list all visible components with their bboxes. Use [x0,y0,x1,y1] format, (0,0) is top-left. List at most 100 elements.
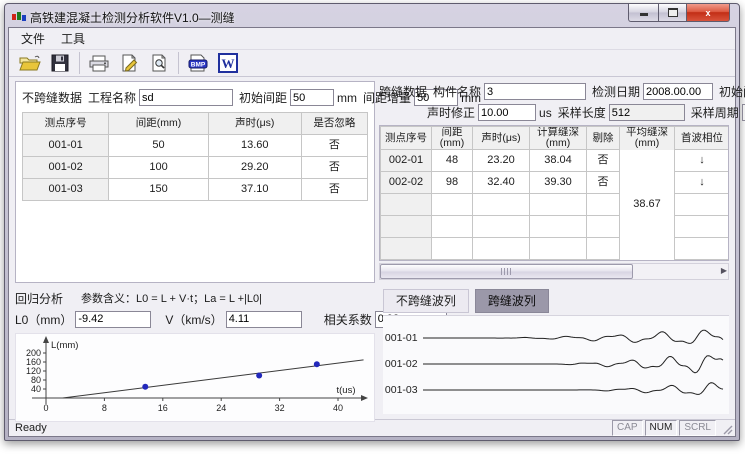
toolbar-separator [79,52,80,74]
svg-text:L(mm): L(mm) [51,340,78,351]
table-cell[interactable] [432,238,473,260]
waveform-tabs: 不跨缝波列跨缝波列 [383,289,729,313]
test-date-input[interactable] [643,83,713,100]
table-cell[interactable]: 否 [587,172,620,194]
corr-label: 相关系数 [324,311,372,328]
table-cell[interactable]: 否 [301,157,367,179]
svg-text:0: 0 [43,403,48,413]
table-cell[interactable] [620,216,675,238]
table-cell[interactable] [587,194,620,216]
minimize-icon [640,10,648,16]
maximize-icon [668,8,678,17]
table-cell[interactable]: 98 [432,172,473,194]
table-cell[interactable] [381,238,432,260]
formula-label: 参数含义：L0 = L + V·t；La = L +|L0| [81,290,262,306]
scrollbar-thumb[interactable] [380,264,633,279]
regression-title: 回归分析 [15,290,63,307]
regression-panel: 回归分析 参数含义：L0 = L + V·t；La = L +|L0| L0（m… [15,289,375,415]
table-cell[interactable]: 38.04 [530,150,587,172]
table-cell[interactable] [530,194,587,216]
minimize-button[interactable] [628,4,659,22]
table-cell[interactable] [432,216,473,238]
table-cell[interactable] [530,216,587,238]
table-cell[interactable]: 100 [109,157,209,179]
v-input[interactable] [226,311,302,328]
table-cell[interactable]: 37.10 [208,179,301,201]
export-bmp-button[interactable]: BMP [183,50,213,76]
table-cell[interactable] [620,150,675,172]
print-preview-button[interactable] [144,50,174,76]
svg-text:80: 80 [31,375,41,385]
table-cell[interactable]: 48 [432,150,473,172]
table-cell[interactable]: 否 [301,179,367,201]
table-cell[interactable]: 13.60 [208,135,301,157]
tab-non-cross-seam-waves[interactable]: 不跨缝波列 [383,289,469,313]
initial-spacing-unit: mm [337,91,357,105]
table-cell[interactable] [675,216,730,238]
table-cell[interactable]: 否 [301,135,367,157]
menu-file[interactable]: 文件 [13,28,53,49]
table-cell[interactable] [675,194,730,216]
table-cell[interactable]: 32.40 [473,172,530,194]
table-cell[interactable] [381,194,432,216]
table-cell[interactable]: 39.30 [530,172,587,194]
project-name-input[interactable] [139,89,233,106]
table-cell[interactable]: 50 [109,135,209,157]
initial-spacing-input[interactable] [290,89,334,106]
table-cell[interactable]: 38.67 [620,194,675,216]
table-cell[interactable] [473,194,530,216]
table-row: 002-029832.4039.30否 ↓ [381,172,730,194]
table-cell[interactable]: 001-02 [23,157,109,179]
component-name-input[interactable] [484,83,586,100]
table-cell[interactable]: 001-01 [23,135,109,157]
test-date-label: 检测日期 [592,83,640,100]
table-cell[interactable]: ↓ [675,172,730,194]
resize-grip-icon[interactable] [720,422,733,435]
sample-length-input[interactable] [609,104,685,121]
waveform-label: 001-01 [385,332,418,344]
close-icon: x [705,8,710,18]
menu-tools[interactable]: 工具 [53,28,93,49]
svg-text:32: 32 [275,403,285,413]
sound-time-correction-input[interactable] [478,104,536,121]
table-cell[interactable]: 否 [587,150,620,172]
export-word-button[interactable]: W [213,50,243,76]
column-header: 首波相位 [675,127,730,150]
table-cell[interactable] [587,216,620,238]
l0-input[interactable] [75,311,151,328]
table-cell[interactable]: 001-03 [23,179,109,201]
app-window: 高铁建混凝土检测分析软件V1.0—测缝 x 文件 工具 [4,3,740,441]
table-cell[interactable] [473,216,530,238]
table-cell[interactable]: 150 [109,179,209,201]
table-cell[interactable] [620,172,675,194]
close-button[interactable]: x [686,4,730,22]
page-magnifier-icon [149,54,169,72]
table-cell[interactable]: 29.20 [208,157,301,179]
table-cell[interactable] [381,216,432,238]
column-header: 声时(μs) [473,127,530,150]
table-cell[interactable] [432,194,473,216]
table-cell[interactable] [530,238,587,260]
data-point [256,373,262,379]
table-cell[interactable] [620,238,675,260]
save-floppy-icon [51,54,69,72]
column-header: 间距(mm) [109,113,209,135]
tab-cross-seam-waves[interactable]: 跨缝波列 [475,289,549,313]
print-button[interactable] [84,50,114,76]
horizontal-scrollbar[interactable]: ▶ [379,263,729,280]
scroll-right-arrow-icon[interactable]: ▶ [721,266,727,275]
open-file-button[interactable] [15,50,45,76]
title-bar[interactable]: 高铁建混凝土检测分析软件V1.0—测缝 x [8,7,736,27]
save-file-button[interactable] [45,50,75,76]
table-cell[interactable] [675,238,730,260]
table-cell[interactable] [473,238,530,260]
table-cell[interactable]: ↓ [675,150,730,172]
page-pencil-icon [119,54,139,72]
maximize-button[interactable] [659,4,686,22]
table-cell[interactable]: 23.20 [473,150,530,172]
table-cell[interactable]: 002-01 [381,150,432,172]
regression-chart: 40801201602000816243240L(mm)t(us) [15,333,375,422]
print-setup-button[interactable] [114,50,144,76]
table-cell[interactable]: 002-02 [381,172,432,194]
table-cell[interactable] [587,238,620,260]
